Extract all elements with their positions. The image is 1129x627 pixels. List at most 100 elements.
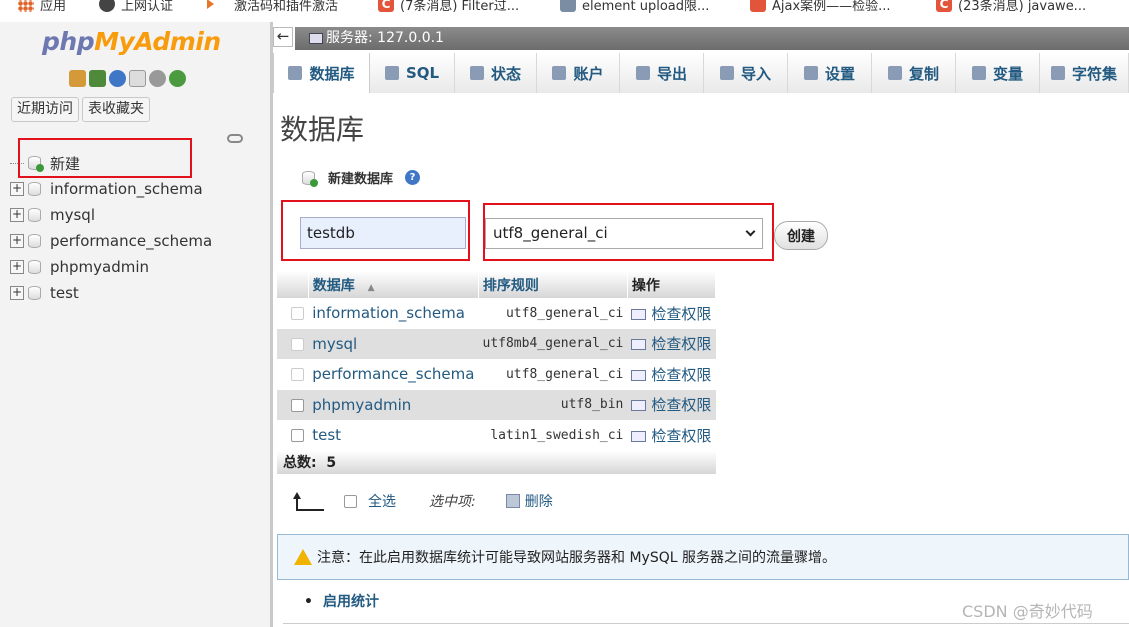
warning-icon: [294, 549, 312, 565]
favorites-tab[interactable]: 表收藏夹: [82, 97, 150, 122]
database-icon: [28, 234, 41, 248]
page-title: 数据库: [280, 113, 365, 146]
csdn-icon: C: [936, 0, 952, 12]
divider: [283, 623, 1129, 624]
sql-icon: [384, 66, 399, 80]
database-icon: [288, 66, 303, 80]
reload-icon[interactable]: [169, 70, 186, 87]
with-selected-label: 选中项:: [429, 494, 476, 510]
tab-replication[interactable]: 复制: [872, 53, 956, 93]
tab-charsets[interactable]: 字符集: [1040, 53, 1129, 93]
home-icon[interactable]: [69, 70, 86, 87]
expand-icon[interactable]: +: [10, 234, 24, 248]
highlight-name-box: [281, 200, 470, 261]
column-header-database[interactable]: 数据库 ▲: [308, 271, 479, 298]
enable-statistics-link[interactable]: 启用统计: [304, 591, 379, 611]
main-menu: 数据库 SQL 状态 账户 导出 导入 设置 复制 变量 字符集: [273, 52, 1129, 93]
nav-tabs: 近期访问 表收藏夹: [11, 97, 150, 122]
charset-icon: [1050, 66, 1065, 80]
collapse-nav-button[interactable]: ←: [273, 27, 293, 47]
delete-button[interactable]: 删除: [505, 491, 553, 511]
csdn-icon: C: [378, 0, 394, 12]
server-breadcrumb[interactable]: 服务器: 127.0.0.1: [295, 27, 1129, 50]
check-privileges-link[interactable]: 检查权限: [627, 359, 716, 390]
select-column-header: [277, 271, 309, 298]
logout-icon[interactable]: [89, 70, 106, 87]
tab-accounts[interactable]: 账户: [537, 53, 620, 93]
tree-item-information-schema[interactable]: + information_schema: [10, 178, 203, 200]
table-row: test latin1_swedish_ci 检查权限: [277, 420, 716, 451]
tab-databases[interactable]: 数据库: [273, 53, 370, 93]
highlight-collation-box: [483, 203, 774, 261]
replication-icon: [887, 66, 902, 80]
check-privileges-link[interactable]: 检查权限: [627, 389, 716, 420]
total-row: 总数: 5: [277, 450, 716, 474]
collation-cell: utf8_bin: [478, 389, 628, 420]
tab-settings[interactable]: 设置: [788, 53, 872, 93]
bookmark-javaweb[interactable]: C (23条消息) javawe...: [936, 0, 1086, 14]
bookmark-filter[interactable]: C (7条消息) Filter过...: [378, 0, 519, 14]
select-all-label[interactable]: 全选: [368, 491, 396, 511]
row-checkbox[interactable]: [291, 398, 304, 412]
export-icon: [635, 66, 650, 80]
help-icon[interactable]: [109, 70, 126, 87]
help-icon[interactable]: ?: [405, 170, 421, 185]
expand-icon[interactable]: +: [10, 182, 24, 196]
tab-export[interactable]: 导出: [620, 53, 704, 93]
table-row: information_schema utf8_general_ci 检查权限: [277, 298, 716, 329]
create-button[interactable]: 创建: [774, 221, 828, 250]
database-link[interactable]: mysql: [308, 328, 479, 359]
privileges-icon: [631, 430, 647, 442]
privileges-icon: [631, 308, 647, 320]
tree-item-test[interactable]: + test: [10, 282, 79, 304]
watermark: CSDN @奇妙代码: [962, 602, 1093, 621]
table-row: mysql utf8mb4_general_ci 检查权限: [277, 328, 716, 359]
row-checkbox: [291, 337, 304, 351]
panel-resizer[interactable]: [270, 22, 273, 627]
table-row: performance_schema utf8_general_ci 检查权限: [277, 359, 716, 390]
total-count: 5: [326, 455, 337, 471]
database-link[interactable]: test: [308, 420, 479, 451]
tab-import[interactable]: 导入: [704, 53, 788, 93]
privileges-icon: [631, 339, 647, 351]
bookmark-apps[interactable]: 应用: [18, 0, 66, 14]
bookmark-login[interactable]: 上网认证: [99, 0, 173, 14]
expand-icon[interactable]: +: [10, 208, 24, 222]
database-link[interactable]: information_schema: [308, 298, 479, 329]
variables-icon: [971, 66, 986, 80]
database-link[interactable]: phpmyadmin: [308, 389, 479, 420]
bookmarks-bar: 应用 上网认证 激活码和插件激活 C (7条消息) Filter过... elem…: [0, 0, 1129, 22]
tab-variables[interactable]: 变量: [956, 53, 1040, 93]
phpmyadmin-logo[interactable]: phpMyAdmin: [42, 27, 221, 56]
table-header-row: 数据库 ▲ 排序规则 操作: [277, 271, 717, 298]
recent-tab[interactable]: 近期访问: [11, 97, 79, 122]
check-privileges-link[interactable]: 检查权限: [627, 420, 716, 451]
check-privileges-link[interactable]: 检查权限: [627, 328, 716, 359]
tree-item-phpmyadmin[interactable]: + phpmyadmin: [10, 256, 149, 278]
expand-icon[interactable]: +: [10, 260, 24, 274]
documentation-icon[interactable]: [129, 70, 146, 87]
server-icon: [309, 32, 323, 44]
box-icon: [750, 0, 766, 12]
tree-item-performance-schema[interactable]: + performance_schema: [10, 230, 212, 252]
database-link[interactable]: performance_schema: [308, 359, 479, 390]
tab-sql[interactable]: SQL: [370, 53, 455, 93]
row-checkbox[interactable]: [291, 429, 304, 443]
select-all-checkbox[interactable]: [344, 494, 357, 508]
navigation-panel: phpMyAdmin 近期访问 表收藏夹 新建 + information_sch…: [0, 22, 270, 627]
gear-icon[interactable]: [149, 70, 166, 87]
link-icon[interactable]: [227, 134, 243, 143]
bookmark-ajax[interactable]: Ajax案例——检验...: [750, 0, 891, 14]
status-icon: [469, 66, 484, 80]
create-database-heading: 新建数据库 ?: [302, 168, 421, 187]
expand-icon[interactable]: +: [10, 286, 24, 300]
bookmark-element-upload[interactable]: element upload限...: [560, 0, 709, 14]
notice-box: 注意：在此启用数据库统计可能导致网站服务器和 MySQL 服务器之间的流量骤增。: [277, 534, 1129, 580]
tab-status[interactable]: 状态: [455, 53, 537, 93]
bookmark-activation[interactable]: 激活码和插件激活: [207, 0, 338, 14]
nav-quick-icons: [69, 70, 186, 87]
tree-item-mysql[interactable]: + mysql: [10, 204, 95, 226]
column-header-collation[interactable]: 排序规则: [478, 271, 628, 298]
sort-ascending-icon: ▲: [367, 282, 375, 293]
check-privileges-link[interactable]: 检查权限: [627, 298, 716, 329]
